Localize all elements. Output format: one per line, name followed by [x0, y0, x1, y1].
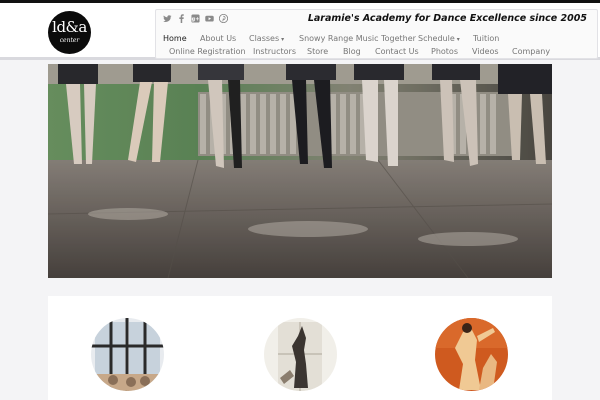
nav-tuition[interactable]: Tuition	[473, 34, 499, 44]
nav-online-registration[interactable]: Online Registration	[169, 47, 246, 57]
nav-label: Blog	[343, 47, 361, 56]
nav-company[interactable]: Company	[512, 47, 550, 57]
nav-label: About Us	[200, 34, 237, 43]
google-plus-icon[interactable]: g+	[191, 14, 200, 23]
nav-snowy-range-music-together[interactable]: Snowy Range Music Together	[299, 34, 416, 44]
chevron-down-icon: ▾	[456, 36, 460, 43]
nav-home[interactable]: Home	[163, 34, 187, 44]
twitter-icon[interactable]	[163, 14, 172, 23]
site-header: ld&a center g+ Laramie's Academy for Dan…	[0, 0, 600, 60]
site-tagline: Laramie's Academy for Dance Excellence s…	[307, 13, 587, 24]
logo-text: ld&a	[52, 18, 87, 36]
nav-label: Online Registration	[169, 47, 246, 56]
nav-label: Company	[512, 47, 551, 56]
logo-subtext: center	[59, 37, 80, 44]
featured-panel	[48, 296, 552, 400]
nav-label: Classes	[249, 34, 280, 43]
youtube-icon[interactable]	[205, 14, 214, 23]
nav-blog[interactable]: Blog	[343, 47, 361, 57]
nav-label: Contact Us	[375, 47, 419, 56]
nav-label: Snowy Range Music Together	[299, 34, 416, 43]
social-links: g+	[163, 13, 229, 24]
site-logo[interactable]: ld&a center	[48, 11, 91, 54]
nav-label: Store	[307, 47, 329, 56]
nav-label: Schedule	[418, 34, 455, 43]
svg-text:g+: g+	[192, 16, 200, 22]
chevron-down-icon: ▾	[281, 36, 285, 43]
nav-label: Videos	[472, 47, 499, 56]
feature-thumbnail-dancer-silhouette[interactable]	[264, 318, 337, 391]
nav-instructors[interactable]: Instructors	[253, 47, 296, 57]
nav-label: Instructors	[253, 47, 296, 56]
feature-thumbnail-jazz-dancers[interactable]	[435, 318, 508, 391]
nav-label: Tuition	[473, 34, 500, 43]
hero-image	[48, 64, 552, 278]
nav-schedule[interactable]: Schedule ▾	[418, 34, 460, 45]
nav-classes[interactable]: Classes ▾	[249, 34, 284, 45]
feature-thumbnail-window[interactable]	[91, 318, 164, 391]
nav-store[interactable]: Store	[307, 47, 328, 57]
nav-videos[interactable]: Videos	[472, 47, 499, 57]
nav-photos[interactable]: Photos	[431, 47, 458, 57]
nav-contact-us[interactable]: Contact Us	[375, 47, 419, 57]
nav-label: Home	[163, 34, 187, 43]
facebook-icon[interactable]	[177, 14, 186, 23]
pinterest-icon[interactable]	[218, 13, 229, 24]
nav-label: Photos	[431, 47, 458, 56]
nav-about-us[interactable]: About Us	[200, 34, 236, 44]
navigation-box: g+ Laramie's Academy for Dance Excellenc…	[155, 9, 598, 59]
